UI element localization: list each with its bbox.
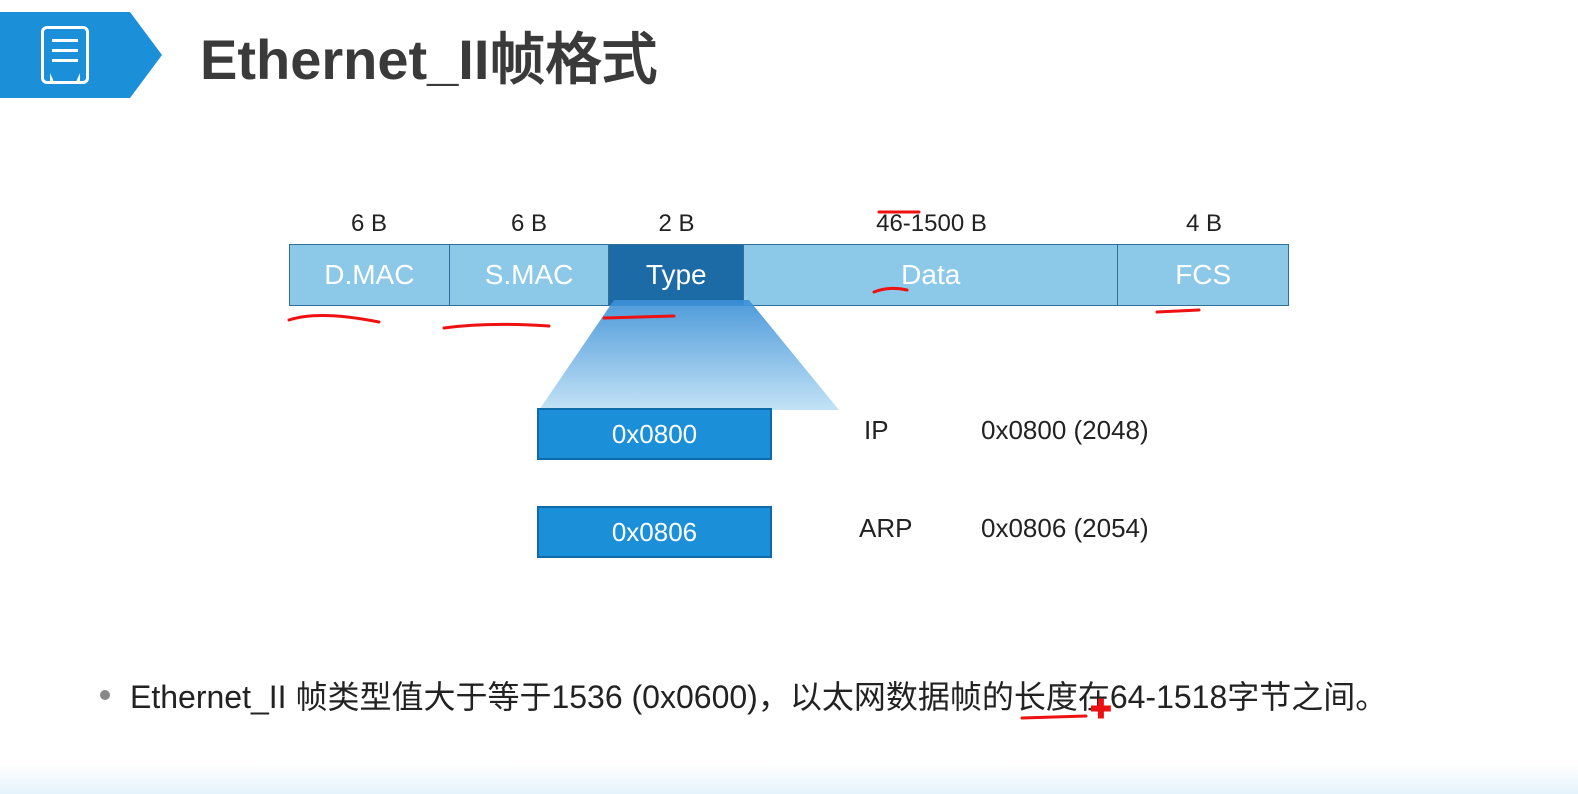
protocol-label-arp: ARP <box>859 513 912 544</box>
header-badge <box>0 12 130 98</box>
document-icon <box>41 26 89 84</box>
cursor-plus-icon: ✚ <box>1090 694 1112 725</box>
bottom-wave-decoration <box>0 764 1578 794</box>
size-fcs: 4 B <box>1119 210 1289 244</box>
bullet-text: Ethernet_II 帧类型值大于等于1536 (0x0600)，以太网数据帧… <box>130 672 1387 723</box>
field-smac: S.MAC <box>450 245 610 305</box>
field-type: Type <box>609 245 744 305</box>
bullet-dot-icon <box>100 690 110 700</box>
type-value-box-arp: 0x0806 <box>537 506 772 558</box>
field-fcs: FCS <box>1118 245 1288 305</box>
slide-header: Ethernet_II帧格式 <box>0 0 1578 110</box>
size-data: 46-1500 B <box>744 210 1119 244</box>
protocol-label-ip: IP <box>864 415 889 446</box>
size-smac: 6 B <box>449 210 609 244</box>
frame-fields-row: D.MAC S.MAC Type Data FCS <box>289 244 1289 306</box>
protocol-value-arp: 0x0806 (2054) <box>981 513 1149 544</box>
size-dmac: 6 B <box>289 210 449 244</box>
frame-diagram: 6 B 6 B 2 B 46-1500 B 4 B D.MAC S.MAC Ty… <box>289 210 1289 306</box>
protocol-value-ip: 0x0800 (2048) <box>981 415 1149 446</box>
size-type: 2 B <box>609 210 744 244</box>
field-dmac: D.MAC <box>290 245 450 305</box>
slide-title: Ethernet_II帧格式 <box>200 15 657 96</box>
type-expansion-shape <box>539 300 839 410</box>
field-data: Data <box>744 245 1118 305</box>
bullet-item: Ethernet_II 帧类型值大于等于1536 (0x0600)，以太网数据帧… <box>100 672 1518 723</box>
type-value-box-ip: 0x0800 <box>537 408 772 460</box>
field-sizes-row: 6 B 6 B 2 B 46-1500 B 4 B <box>289 210 1289 244</box>
